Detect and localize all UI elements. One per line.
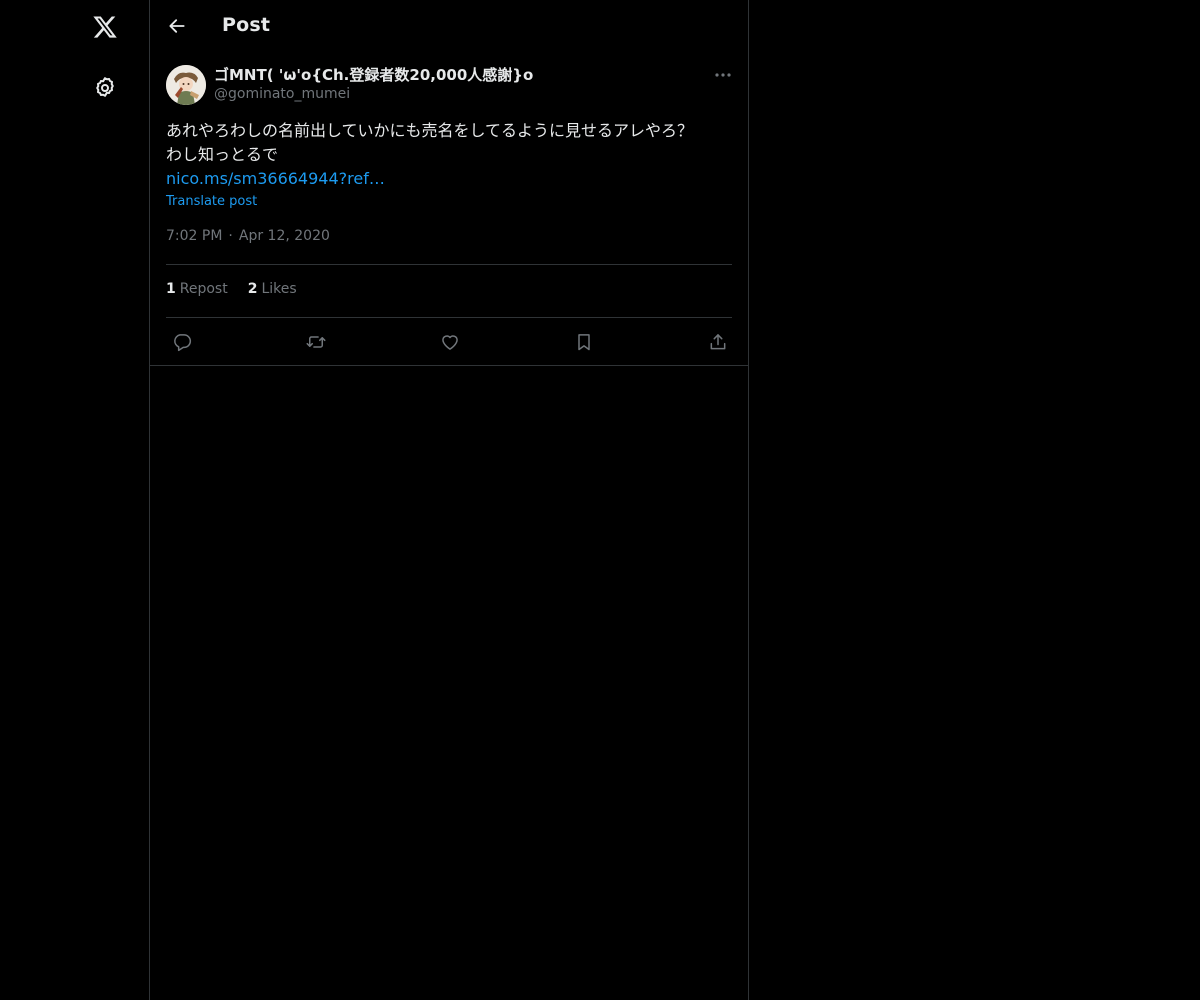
post-stats: 1 Repost 2 Likes <box>166 281 297 297</box>
x-logo-icon <box>93 16 117 38</box>
main-column: Post ゴMNT( 'ω'o{Ch.登録者数20,000人感謝}o @gomi… <box>149 0 749 1000</box>
avatar[interactable] <box>166 65 206 105</box>
app-root: Post ゴMNT( 'ω'o{Ch.登録者数20,000人感謝}o @gomi… <box>0 0 1200 1000</box>
post-detail: ゴMNT( 'ω'o{Ch.登録者数20,000人感謝}o @gominato_… <box>150 53 748 366</box>
post-text-line: あれやろわしの名前出していかにも売名をしてるように見せるアレやろ？ <box>166 121 694 140</box>
divider <box>166 317 732 318</box>
post-timestamp: 7:02 PM · Apr 12, 2020 <box>166 228 330 244</box>
post-actions <box>150 327 748 357</box>
back-button[interactable] <box>160 9 194 43</box>
repost-icon <box>306 336 326 348</box>
post-text-line: わし知っとるで <box>166 145 279 164</box>
page-title: Post <box>222 14 271 36</box>
reply-button[interactable] <box>167 327 197 357</box>
likes-count: 2 <box>247 281 258 297</box>
translate-post-link[interactable]: Translate post <box>166 194 257 209</box>
timestamp-separator: · <box>228 228 233 244</box>
reposts-count: 1 <box>166 281 176 297</box>
divider <box>166 264 732 265</box>
reposts-stat[interactable]: 1 Repost <box>166 281 228 297</box>
page-header: Post <box>150 0 748 53</box>
author-display-name[interactable]: ゴMNT( 'ω'o{Ch.登録者数20,000人感謝}o <box>214 65 533 85</box>
reposts-label: Repost <box>179 281 228 297</box>
post-text: あれやろわしの名前出していかにも売名をしてるように見せるアレやろ？ わし知っとる… <box>166 119 732 191</box>
repost-button[interactable] <box>301 327 331 357</box>
reply-icon <box>174 334 192 352</box>
like-button[interactable] <box>435 327 465 357</box>
gear-icon <box>96 77 114 97</box>
author-handle[interactable]: @gominato_mumei <box>214 85 533 104</box>
left-navigation <box>0 0 150 1000</box>
share-button[interactable] <box>703 327 733 357</box>
post-date[interactable]: Apr 12, 2020 <box>239 228 330 244</box>
home-logo-link[interactable] <box>83 5 127 49</box>
post-author: ゴMNT( 'ω'o{Ch.登録者数20,000人感謝}o @gominato_… <box>214 65 533 104</box>
more-horizontal-icon <box>715 73 731 77</box>
settings-button[interactable] <box>83 65 127 109</box>
likes-label: Likes <box>261 281 297 297</box>
bookmark-icon <box>578 334 590 351</box>
post-time[interactable]: 7:02 PM <box>166 228 222 244</box>
avatar-image <box>166 65 206 105</box>
more-options-button[interactable] <box>708 63 738 87</box>
heart-icon <box>442 335 458 350</box>
likes-stat[interactable]: 2 Likes <box>248 281 297 297</box>
share-icon <box>710 334 726 350</box>
bookmark-button[interactable] <box>569 327 599 357</box>
post-link[interactable]: nico.ms/sm36664944?ref… <box>166 167 385 191</box>
arrow-left-icon <box>169 19 185 33</box>
